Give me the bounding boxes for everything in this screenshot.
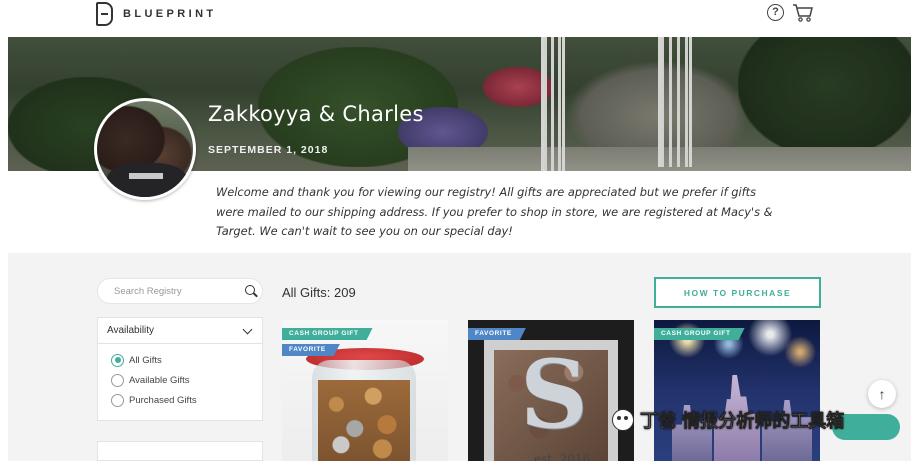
- filter-option-all-gifts[interactable]: All Gifts: [111, 353, 162, 367]
- scroll-to-top-button[interactable]: ↑: [868, 380, 896, 408]
- watermark-text: 丁爸 情报分析师的工具箱: [640, 411, 845, 433]
- filter-option-purchased-gifts[interactable]: Purchased Gifts: [111, 393, 197, 407]
- brand-logo[interactable]: BLUEPRINT: [96, 2, 217, 26]
- radio-icon[interactable]: [111, 373, 124, 387]
- cash-group-gift-tag: CASH GROUP GIFT: [282, 328, 373, 340]
- couple-name: Zakkoyya & Charles: [208, 102, 424, 126]
- event-date: SEPTEMBER 1, 2018: [208, 144, 329, 156]
- availability-filter: Availability All Gifts Available Gifts P…: [97, 317, 263, 421]
- gift-card[interactable]: CASH GROUP GIFT: [654, 320, 820, 461]
- chevron-down-icon[interactable]: [242, 324, 253, 335]
- filter-option-available-gifts[interactable]: Available Gifts: [111, 373, 190, 387]
- gift-card[interactable]: S est. 2016 FAVORITE: [468, 320, 634, 461]
- radio-icon[interactable]: [111, 393, 124, 407]
- couple-avatar: [94, 98, 196, 200]
- question-circle-icon[interactable]: ?: [767, 4, 784, 21]
- favorite-tag: FAVORITE: [282, 344, 340, 356]
- brand-name: BLUEPRINT: [123, 8, 217, 20]
- radio-selected-icon[interactable]: [111, 353, 124, 367]
- favorite-tag: FAVORITE: [468, 328, 526, 340]
- search-placeholder: Search Registry: [114, 286, 182, 297]
- shopping-cart-icon[interactable]: [792, 3, 814, 23]
- filter-option-label: Available Gifts: [129, 374, 190, 386]
- availability-title: Availability: [107, 325, 155, 336]
- letter-frame-image: S est. 2016: [484, 340, 618, 461]
- gift-count: All Gifts: 209: [282, 285, 356, 300]
- image-text: est. 2016: [534, 452, 591, 461]
- search-registry-input[interactable]: Search Registry: [97, 278, 263, 304]
- how-to-purchase-button[interactable]: HOW TO PURCHASE: [654, 277, 821, 308]
- sidebar-next-filter: [97, 441, 263, 461]
- watermark: 丁爸 情报分析师的工具箱: [612, 405, 845, 435]
- availability-header[interactable]: Availability: [98, 318, 262, 344]
- search-icon[interactable]: [245, 285, 255, 295]
- filter-option-label: Purchased Gifts: [129, 394, 197, 406]
- blueprint-logo-icon: [96, 2, 113, 26]
- welcome-message: Welcome and thank you for viewing our re…: [216, 185, 773, 238]
- top-bar: BLUEPRINT ?: [0, 0, 917, 36]
- gift-card[interactable]: CASH GROUP GIFT FAVORITE: [282, 320, 448, 461]
- wechat-icon: [612, 409, 634, 431]
- cash-group-gift-tag: CASH GROUP GIFT: [654, 328, 745, 340]
- filter-option-label: All Gifts: [129, 354, 162, 366]
